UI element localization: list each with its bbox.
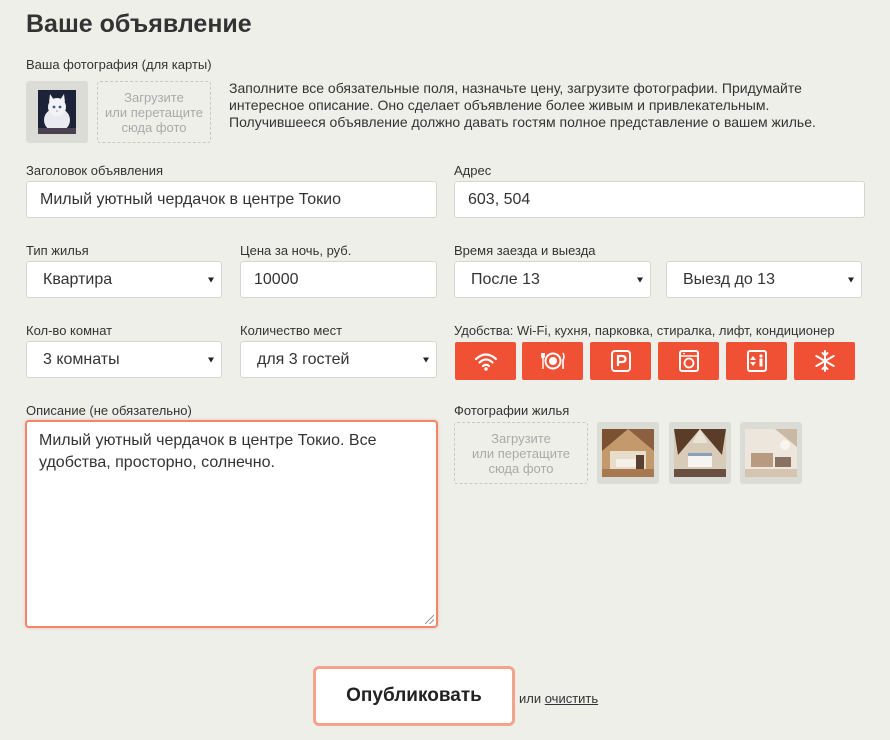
avatar-cat-image [38, 90, 76, 134]
publish-button[interactable]: Опубликовать [313, 666, 515, 726]
amenity-elevator-button[interactable] [726, 342, 787, 380]
amenity-conditioner-button[interactable] [794, 342, 855, 380]
price-input[interactable]: 10000 [240, 261, 437, 298]
attic-bedroom-photo-image [674, 429, 726, 477]
dropzone-text-line1: Загрузите [124, 89, 184, 105]
parking-icon [610, 350, 631, 372]
title-input-value: Милый уютный чердачок в центре Токио [40, 190, 341, 208]
conditioner-icon [814, 350, 835, 372]
attic-photo-image [602, 429, 654, 477]
rooms-select[interactable]: 3 комнаты [26, 341, 222, 378]
page-title: Ваше объявление [26, 10, 252, 38]
type-select-value: Квартира [43, 270, 113, 288]
amenity-wifi-button[interactable] [455, 342, 516, 380]
description-value: Милый уютный чердачок в центре Токио. Вс… [39, 432, 377, 471]
checkout-select[interactable]: Выезд до 13 [666, 261, 862, 298]
photo-label: Ваша фотография (для карты) [26, 57, 212, 72]
checkout-select-value: Выезд до 13 [683, 270, 775, 288]
checkin-select-value: После 13 [471, 270, 540, 288]
guests-label: Количество мест [240, 323, 343, 338]
avatar[interactable] [26, 81, 88, 143]
title-input[interactable]: Милый уютный чердачок в центре Токио [26, 181, 437, 218]
housing-photos-dropzone[interactable]: Загрузите или перетащите сюда фото [454, 422, 588, 484]
price-input-value: 10000 [254, 270, 299, 288]
description-label: Описание (не обязательно) [26, 403, 192, 418]
clear-link[interactable]: очистить [545, 691, 598, 706]
chevron-down-icon [208, 357, 214, 362]
chevron-down-icon [637, 277, 643, 282]
title-label: Заголовок объявления [26, 163, 164, 178]
checkin-label: Время заезда и выезда [454, 243, 596, 258]
rooms-label: Кол-во комнат [26, 323, 113, 338]
housing-photo-thumbnail-1[interactable] [597, 422, 659, 484]
dropzone-text-line2: или перетащите [104, 104, 204, 120]
description-textarea[interactable]: Милый уютный чердачок в центре Токио. Вс… [25, 420, 438, 628]
housing-photo-thumbnail-2[interactable] [669, 422, 731, 484]
housing-photos-label: Фотографии жилья [454, 403, 570, 418]
dropzone-text-line3: сюда фото [488, 460, 554, 476]
address-input-value: 603, 504 [468, 190, 531, 208]
amenity-kitchen-button[interactable] [522, 342, 583, 380]
type-select[interactable]: Квартира [26, 261, 222, 298]
address-label: Адрес [454, 163, 492, 178]
chevron-down-icon [848, 277, 854, 282]
dropzone-text-line2: или перетащите [471, 445, 571, 461]
wifi-icon [474, 353, 497, 371]
guests-select[interactable]: для 3 гостей [240, 341, 437, 378]
type-label: Тип жилья [26, 243, 89, 258]
rooms-select-value: 3 комнаты [43, 350, 120, 368]
resize-handle-icon[interactable] [425, 615, 434, 624]
elevator-icon [746, 350, 767, 372]
kitchen-icon [540, 352, 565, 370]
or-text: или [519, 691, 542, 706]
amenity-parking-button[interactable] [590, 342, 651, 380]
washer-icon [678, 350, 699, 372]
intro-text: Заполните все обязательные поля, назначь… [229, 80, 816, 130]
living-room-photo-image [745, 429, 797, 477]
price-label: Цена за ночь, руб. [240, 243, 352, 258]
chevron-down-icon [208, 277, 214, 282]
checkin-select[interactable]: После 13 [454, 261, 651, 298]
chevron-down-icon [423, 357, 429, 362]
clear-action: или очистить [519, 691, 598, 706]
dropzone-text-line1: Загрузите [491, 430, 551, 446]
housing-photo-thumbnail-3[interactable] [740, 422, 802, 484]
avatar-dropzone[interactable]: Загрузите или перетащите сюда фото [97, 81, 211, 143]
address-input[interactable]: 603, 504 [454, 181, 865, 218]
guests-select-value: для 3 гостей [257, 350, 350, 368]
dropzone-text-line3: сюда фото [121, 119, 187, 135]
amenities-label: Удобства: Wi-Fi, кухня, парковка, стирал… [454, 323, 835, 338]
amenity-washer-button[interactable] [658, 342, 719, 380]
